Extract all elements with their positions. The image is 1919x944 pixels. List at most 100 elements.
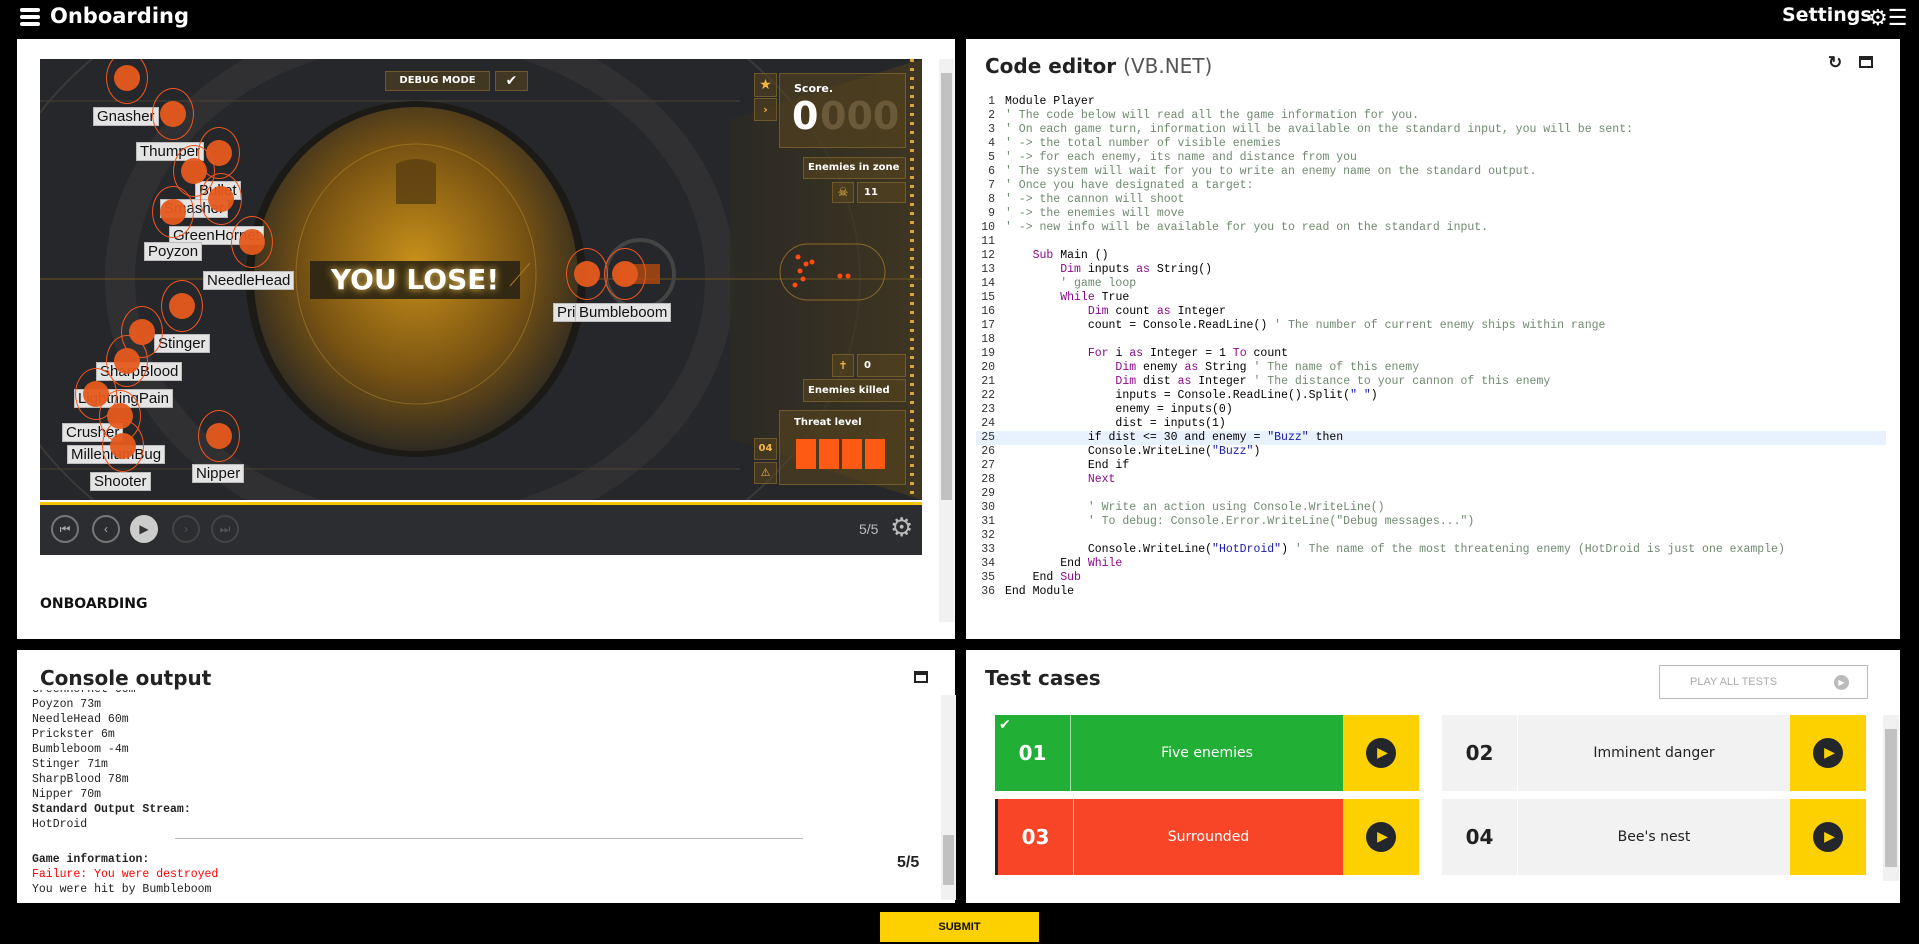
code-text: ' -> the total number of visible enemies xyxy=(1005,137,1282,150)
submit-button[interactable]: SUBMIT xyxy=(880,912,1039,942)
code-line[interactable]: 36 End Module xyxy=(976,585,1886,599)
settings-button[interactable]: Settings xyxy=(1782,4,1872,26)
coffin-icon: ✝ xyxy=(832,354,854,377)
test-case-04[interactable]: 04 Bee's nest ▶ xyxy=(1442,799,1866,875)
console-title: Console output xyxy=(40,666,212,690)
scrollbar[interactable] xyxy=(941,695,956,900)
reset-icon[interactable]: ↻ xyxy=(1828,53,1842,73)
code-line[interactable]: 34 End While xyxy=(976,557,1886,571)
rewind-start-button[interactable]: ⏮ xyxy=(51,515,79,543)
code-line[interactable]: 5 ' -> for each enemy, its name and dista… xyxy=(976,151,1886,165)
code-line[interactable]: 17 count = Console.ReadLine() ' The numb… xyxy=(976,319,1886,333)
code-line[interactable]: 18 xyxy=(976,333,1886,347)
line-number: 10 xyxy=(981,221,995,234)
maximize-icon[interactable] xyxy=(914,671,928,683)
code-line[interactable]: 27 End if xyxy=(976,459,1886,473)
threat-bar xyxy=(796,439,816,469)
test-number: 04 xyxy=(1442,799,1518,875)
code-line[interactable]: 3 ' On each game turn, information will b… xyxy=(976,123,1886,137)
frame-counter: 5/5 xyxy=(859,521,879,537)
line-number: 19 xyxy=(981,347,995,360)
maximize-icon[interactable] xyxy=(1859,56,1873,68)
line-number: 35 xyxy=(981,571,995,584)
score-ghost: 000 xyxy=(820,94,900,138)
code-line[interactable]: 6 ' The system will wait for you to write… xyxy=(976,165,1886,179)
code-line[interactable]: 12 Sub Main () xyxy=(976,249,1886,263)
test-case-01[interactable]: ✔ 01 Five enemies ▶ xyxy=(995,715,1419,791)
hamburger-icon[interactable] xyxy=(20,8,40,26)
code-text: Dim count as Integer xyxy=(1087,305,1226,318)
play-test-button[interactable]: ▶ xyxy=(1790,715,1866,791)
test-case-02[interactable]: 02 Imminent danger ▶ xyxy=(1442,715,1866,791)
test-name: Bee's nest xyxy=(1617,829,1691,845)
code-line[interactable]: 26 Console.WriteLine("Buzz") xyxy=(976,445,1886,459)
code-text: ' Write an action using Console.WriteLin… xyxy=(1087,501,1385,514)
enemy-ship xyxy=(612,261,638,287)
code-line[interactable]: 28 Next xyxy=(976,473,1886,487)
code-area[interactable]: 1 Module Player 2 ' The code below will rea… xyxy=(976,95,1886,599)
code-text: Console.WriteLine("Buzz") xyxy=(1005,445,1261,458)
code-line[interactable]: 13 Dim inputs as String() xyxy=(976,263,1886,277)
enemy-ship xyxy=(206,423,232,449)
code-line[interactable]: 7 ' Once you have designated a target: xyxy=(976,179,1886,193)
line-number: 27 xyxy=(981,459,995,472)
play-test-button[interactable]: ▶ xyxy=(1343,715,1419,791)
code-line[interactable]: 20 Dim enemy as String ' The name of thi… xyxy=(976,361,1886,375)
code-line[interactable]: 23 enemy = inputs(0) xyxy=(976,403,1886,417)
play-test-button[interactable]: ▶ xyxy=(1343,799,1419,875)
code-line[interactable]: 30 ' Write an action using Console.Write… xyxy=(976,501,1886,515)
step-forward-button[interactable]: › xyxy=(172,515,200,543)
line-number: 2 xyxy=(988,109,995,122)
line-number: 21 xyxy=(981,375,995,388)
scrollbar[interactable] xyxy=(939,59,954,622)
code-line[interactable]: 16 Dim count as Integer xyxy=(976,305,1886,319)
console-panel: Console output GreenHornet 60mPoyzon 73m… xyxy=(17,650,956,903)
code-line[interactable]: 8 ' -> the cannon will shoot xyxy=(976,193,1886,207)
line-number: 4 xyxy=(988,137,995,150)
code-line[interactable]: 29 xyxy=(976,487,1886,501)
skip-end-button[interactable]: ⏭ xyxy=(211,515,239,543)
code-line[interactable]: 2 ' The code below will read all the game… xyxy=(976,109,1886,123)
code-line[interactable]: 9 ' -> the enemies will move xyxy=(976,207,1886,221)
play-button[interactable]: ▶ xyxy=(130,515,158,543)
play-icon: ▶ xyxy=(1813,738,1843,768)
play-test-button[interactable]: ▶ xyxy=(1790,799,1866,875)
debug-mode-checkbox[interactable]: ✔ xyxy=(495,71,528,91)
code-line[interactable]: 33 Console.WriteLine("HotDroid") ' The n… xyxy=(976,543,1886,557)
star-icon[interactable]: ★ xyxy=(754,73,777,97)
code-line[interactable]: 15 While True xyxy=(976,291,1886,305)
code-line[interactable]: 4 ' -> the total number of visible enemie… xyxy=(976,137,1886,151)
code-text: End Module xyxy=(1005,585,1075,598)
code-line[interactable]: 25 if dist <= 30 and enemy = "Buzz" then xyxy=(976,431,1886,445)
test-number: 02 xyxy=(1442,715,1518,791)
play-all-tests-button[interactable]: PLAY ALL TESTS ▶ xyxy=(1659,665,1868,699)
code-line[interactable]: 31 ' To debug: Console.Error.WriteLine("… xyxy=(976,515,1886,529)
gear-icon[interactable]: ⚙ xyxy=(890,512,913,543)
enemy-label: NeedleHead xyxy=(203,271,295,290)
score-value: 0 xyxy=(792,94,819,138)
line-number: 3 xyxy=(988,123,995,136)
code-line[interactable]: 22 inputs = Console.ReadLine().Split(" "… xyxy=(976,389,1886,403)
play-icon: ▶ xyxy=(1834,675,1849,690)
chevron-right-icon[interactable]: › xyxy=(754,98,777,121)
code-line[interactable]: 14 ' game loop xyxy=(976,277,1886,291)
line-number: 32 xyxy=(981,529,995,542)
code-line[interactable]: 1 Module Player xyxy=(976,95,1886,109)
line-number: 18 xyxy=(981,333,995,346)
scrollbar[interactable] xyxy=(1883,715,1899,881)
code-line[interactable]: 24 dist = inputs(1) xyxy=(976,417,1886,431)
gear-icon[interactable]: ⚙☰ xyxy=(1868,5,1907,31)
code-line[interactable]: 11 xyxy=(976,235,1886,249)
code-text: inputs = Console.ReadLine().Split(" ") xyxy=(1005,389,1378,402)
code-line[interactable]: 19 For i as Integer = 1 To count xyxy=(976,347,1886,361)
code-text: Dim enemy as String ' The name of this e… xyxy=(1115,361,1420,374)
code-line[interactable]: 21 Dim dist as Integer ' The distance to… xyxy=(976,375,1886,389)
test-name: Surrounded xyxy=(1167,829,1250,845)
step-back-button[interactable]: ‹ xyxy=(92,515,120,543)
code-line[interactable]: 35 End Sub xyxy=(976,571,1886,585)
test-case-03[interactable]: 03 Surrounded ▶ xyxy=(995,799,1419,875)
line-number: 15 xyxy=(981,291,995,304)
code-line[interactable]: 32 xyxy=(976,529,1886,543)
code-editor-title: Code editor (VB.NET) xyxy=(985,54,1213,78)
code-line[interactable]: 10 ' -> new info will be available for yo… xyxy=(976,221,1886,235)
